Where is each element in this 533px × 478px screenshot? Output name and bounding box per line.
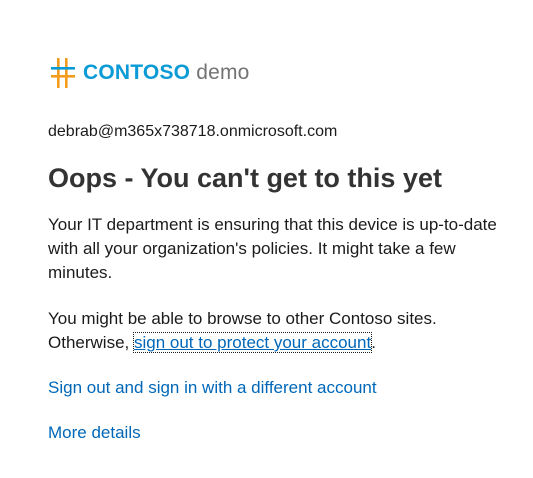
brand-strong: CONTOSO (83, 61, 191, 84)
message-paragraph-2-period: . (371, 333, 376, 352)
account-email: debrab@m365x738718.onmicrosoft.com (48, 123, 338, 140)
sign-out-protect-link[interactable]: sign out to protect your account (132, 332, 373, 353)
message-paragraph-2: You might be able to browse to other Con… (48, 307, 508, 355)
more-details-link[interactable]: More details (48, 422, 508, 444)
brand-light: demo (196, 61, 250, 84)
brand-name: CONTOSO demo (83, 61, 250, 85)
sign-in-card: CONTOSO demo debrab@m365x738718.onmicroso… (48, 56, 508, 444)
contoso-logo: CONTOSO demo (51, 56, 508, 90)
contoso-hashtag-logo-icon (51, 58, 75, 88)
message-paragraph-1: Your IT department is ensuring that this… (48, 215, 497, 282)
sign-in-different-account-link[interactable]: Sign out and sign in with a different ac… (48, 377, 508, 399)
page-title: Oops - You can't get to this yet (48, 163, 442, 193)
